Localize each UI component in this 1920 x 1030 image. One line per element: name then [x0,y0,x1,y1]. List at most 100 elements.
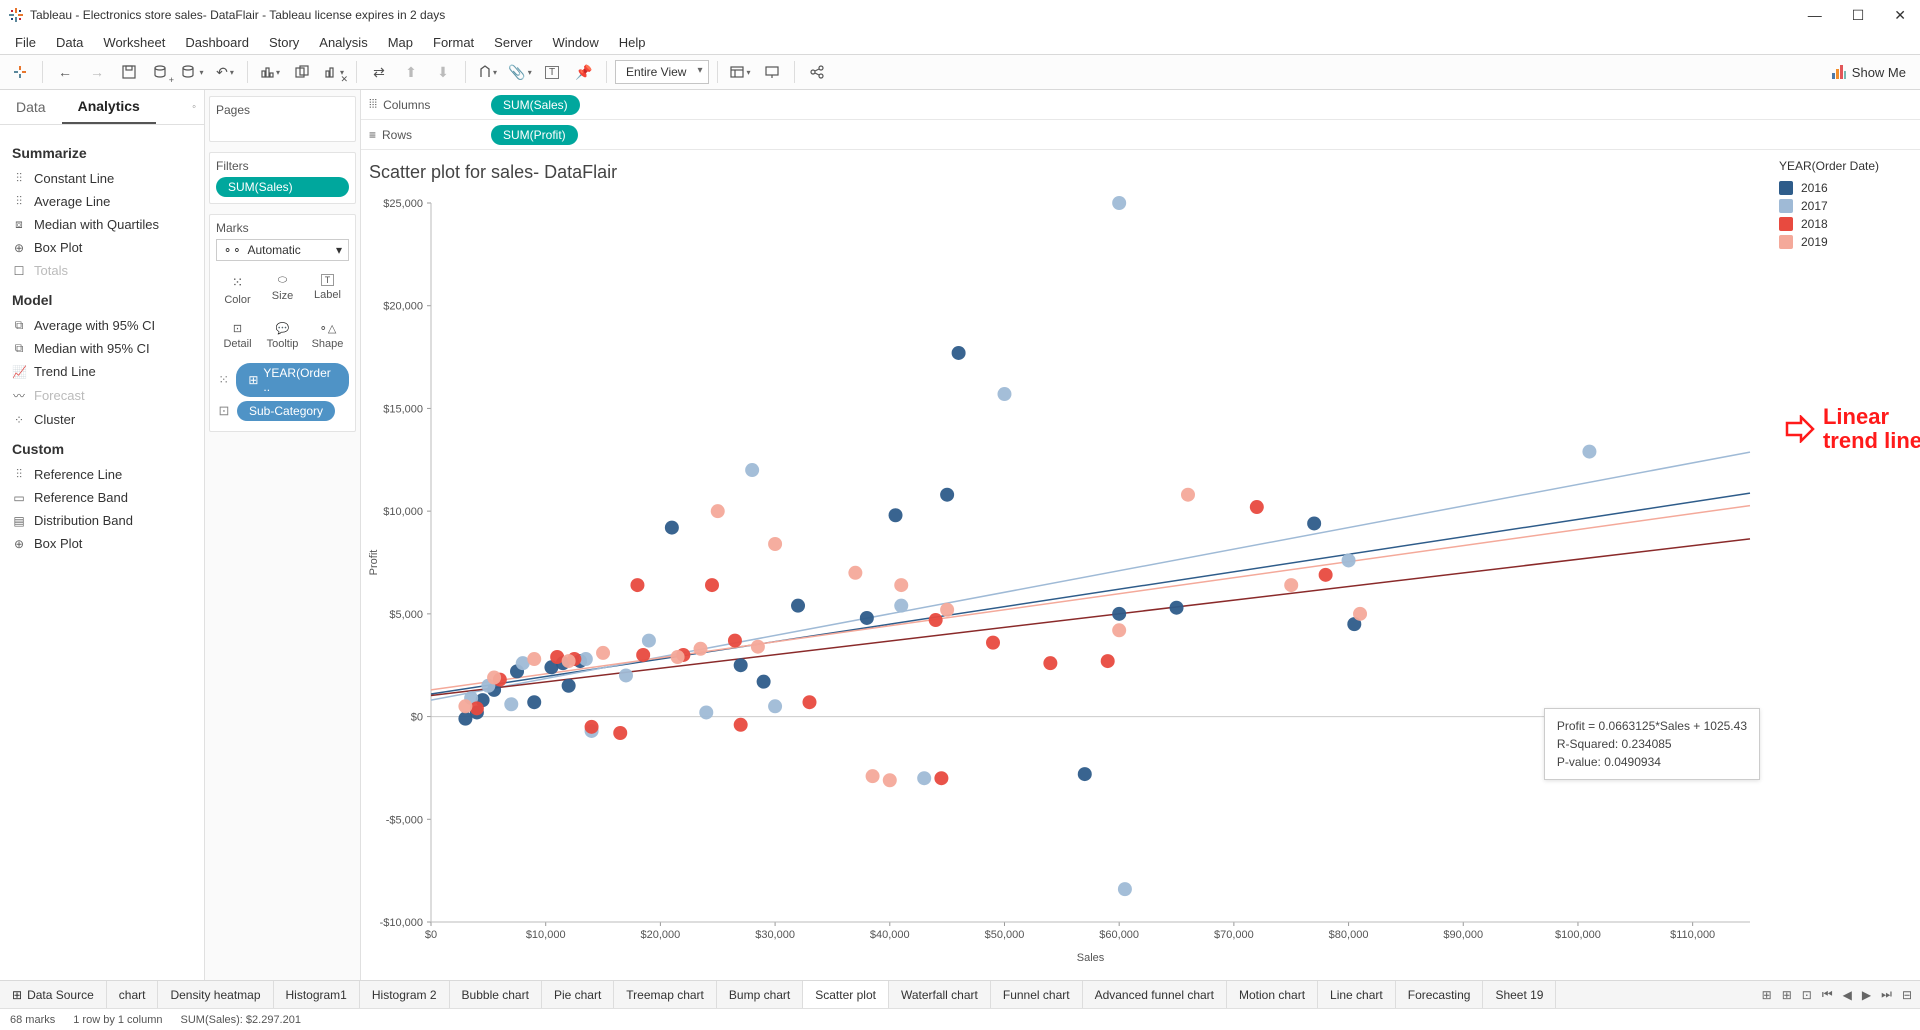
minimize-button[interactable]: — [1802,3,1828,27]
item-avg-ci[interactable]: ⧉Average with 95% CI [12,314,192,337]
close-button[interactable]: ✕ [1888,3,1912,28]
show-me-button[interactable]: Show Me [1824,62,1914,83]
sheet-tab[interactable]: Pie chart [542,981,614,1008]
mark-tooltip[interactable]: 💬Tooltip [261,315,304,357]
sheet-tab[interactable]: Line chart [1318,981,1396,1008]
forward-button[interactable]: → [83,59,111,85]
rows-shelf[interactable]: ≡Rows SUM(Profit) [361,120,1920,150]
group-button[interactable]: 📎▾ [506,59,534,85]
new-story-icon[interactable]: ⊡ [1798,986,1816,1004]
legend-item[interactable]: 2017 [1779,197,1911,215]
sheet-tab[interactable]: Scatter plot [803,981,889,1008]
scatter-plot[interactable]: -$10,000-$5,000$0$5,000$10,000$15,000$20… [361,193,1762,967]
data-source-tab[interactable]: ⊞Data Source [0,981,107,1008]
filter-pill-sum-sales[interactable]: SUM(Sales) [216,177,349,197]
pill-sub-category[interactable]: Sub-Category [237,401,335,421]
new-sheet-button[interactable]: ▾ [256,59,284,85]
mark-label[interactable]: TLabel [306,267,349,313]
fit-selector[interactable]: Entire View [615,60,709,84]
label-button[interactable]: T [538,59,566,85]
tab-next-icon[interactable]: ▶ [1858,986,1875,1004]
maximize-button[interactable]: ☐ [1846,3,1871,28]
duplicate-button[interactable] [288,59,316,85]
mark-size[interactable]: ⬭Size [261,267,304,313]
sheet-tab[interactable]: Density heatmap [158,981,273,1008]
undo-button[interactable]: ↶▾ [211,59,239,85]
pages-shelf[interactable]: Pages [209,96,356,142]
sheet-tab[interactable]: chart [107,981,159,1008]
item-box-plot[interactable]: ⊕Box Plot [12,236,192,259]
swap-button[interactable]: ⇄ [365,59,393,85]
menu-window[interactable]: Window [543,32,607,53]
item-box-plot-2[interactable]: ⊕Box Plot [12,532,192,555]
share-button[interactable] [803,59,831,85]
sort-desc-button[interactable]: ⬇ [429,59,457,85]
tab-last-icon[interactable]: ⏭ [1877,985,1896,1004]
sheet-tab[interactable]: Bump chart [717,981,803,1008]
new-sheet-icon[interactable]: ⊞ [1758,986,1776,1004]
sheet-tab[interactable]: Sheet 19 [1483,981,1556,1008]
menu-file[interactable]: File [6,32,45,53]
color-legend[interactable]: YEAR(Order Date) 2016201720182019 [1770,150,1920,980]
sheet-tab[interactable]: Histogram1 [274,981,360,1008]
menu-story[interactable]: Story [260,32,308,53]
legend-item[interactable]: 2019 [1779,233,1911,251]
sort-asc-button[interactable]: ⬆ [397,59,425,85]
menu-help[interactable]: Help [610,32,655,53]
sheet-tab[interactable]: Bubble chart [450,981,542,1008]
back-button[interactable]: ← [51,59,79,85]
menu-dashboard[interactable]: Dashboard [176,32,258,53]
show-hide-cards-button[interactable]: ▾ [726,59,754,85]
new-data-button[interactable]: + [147,59,175,85]
item-cluster[interactable]: ⁘Cluster [12,408,192,431]
menu-format[interactable]: Format [424,32,483,53]
tab-list-icon[interactable]: ⊟ [1898,986,1916,1004]
new-dashboard-icon[interactable]: ⊞ [1778,986,1796,1004]
sheet-tab[interactable]: Motion chart [1227,981,1318,1008]
rows-pill[interactable]: SUM(Profit) [491,125,578,145]
menu-server[interactable]: Server [485,32,541,53]
tab-first-icon[interactable]: ⏮ [1818,985,1837,1004]
pill-year-order[interactable]: ⊞YEAR(Order .. [236,363,349,397]
tableau-icon[interactable] [6,59,34,85]
item-constant-line[interactable]: ⫶⫶Constant Line [12,167,192,190]
sheet-tab[interactable]: Histogram 2 [360,981,450,1008]
sheet-tab[interactable]: Treemap chart [614,981,717,1008]
tab-prev-icon[interactable]: ◀ [1839,986,1856,1004]
mark-color[interactable]: ⁙Color [216,267,259,313]
item-average-line[interactable]: ⫶⫶Average Line [12,190,192,213]
clear-button[interactable]: ✕▾ [320,59,348,85]
item-ref-band[interactable]: ▭Reference Band [12,486,192,509]
item-median-quartiles[interactable]: ⧈Median with Quartiles [12,213,192,236]
save-button[interactable] [115,59,143,85]
columns-shelf[interactable]: ⦙⦙⦙Columns SUM(Sales) [361,90,1920,120]
menu-analysis[interactable]: Analysis [310,32,376,53]
chart-title[interactable]: Scatter plot for sales- DataFlair [361,158,1762,193]
tab-analytics[interactable]: Analytics [62,90,156,124]
item-ref-line[interactable]: ⫶⫶Reference Line [12,463,192,486]
menu-worksheet[interactable]: Worksheet [94,32,174,53]
item-dist-band[interactable]: ▤Distribution Band [12,509,192,532]
chart-canvas[interactable]: Scatter plot for sales- DataFlair -$10,0… [361,150,1770,980]
refresh-data-button[interactable]: ▾ [179,59,207,85]
legend-item[interactable]: 2016 [1779,179,1911,197]
marks-type-selector[interactable]: ⚬⚬Automatic▾ [216,239,349,261]
pane-menu-icon[interactable]: ◦ [184,97,204,117]
sheet-tab[interactable]: Advanced funnel chart [1083,981,1227,1008]
columns-pill[interactable]: SUM(Sales) [491,95,580,115]
tab-data[interactable]: Data [0,91,62,123]
sheet-tab[interactable]: Funnel chart [991,981,1083,1008]
item-median-ci[interactable]: ⧉Median with 95% CI [12,337,192,360]
legend-item[interactable]: 2018 [1779,215,1911,233]
menu-map[interactable]: Map [379,32,422,53]
sheet-tab[interactable]: Forecasting [1396,981,1484,1008]
mark-shape[interactable]: ⚬△Shape [306,315,349,357]
highlight-button[interactable]: ▾ [474,59,502,85]
menu-data[interactable]: Data [47,32,92,53]
item-trend-line[interactable]: 📈Trend Line [12,360,192,383]
presentation-button[interactable] [758,59,786,85]
mark-detail[interactable]: ⊡Detail [216,315,259,357]
pin-button[interactable]: 📌 [570,59,598,85]
filters-shelf[interactable]: Filters SUM(Sales) [209,152,356,204]
sheet-tab[interactable]: Waterfall chart [889,981,991,1008]
